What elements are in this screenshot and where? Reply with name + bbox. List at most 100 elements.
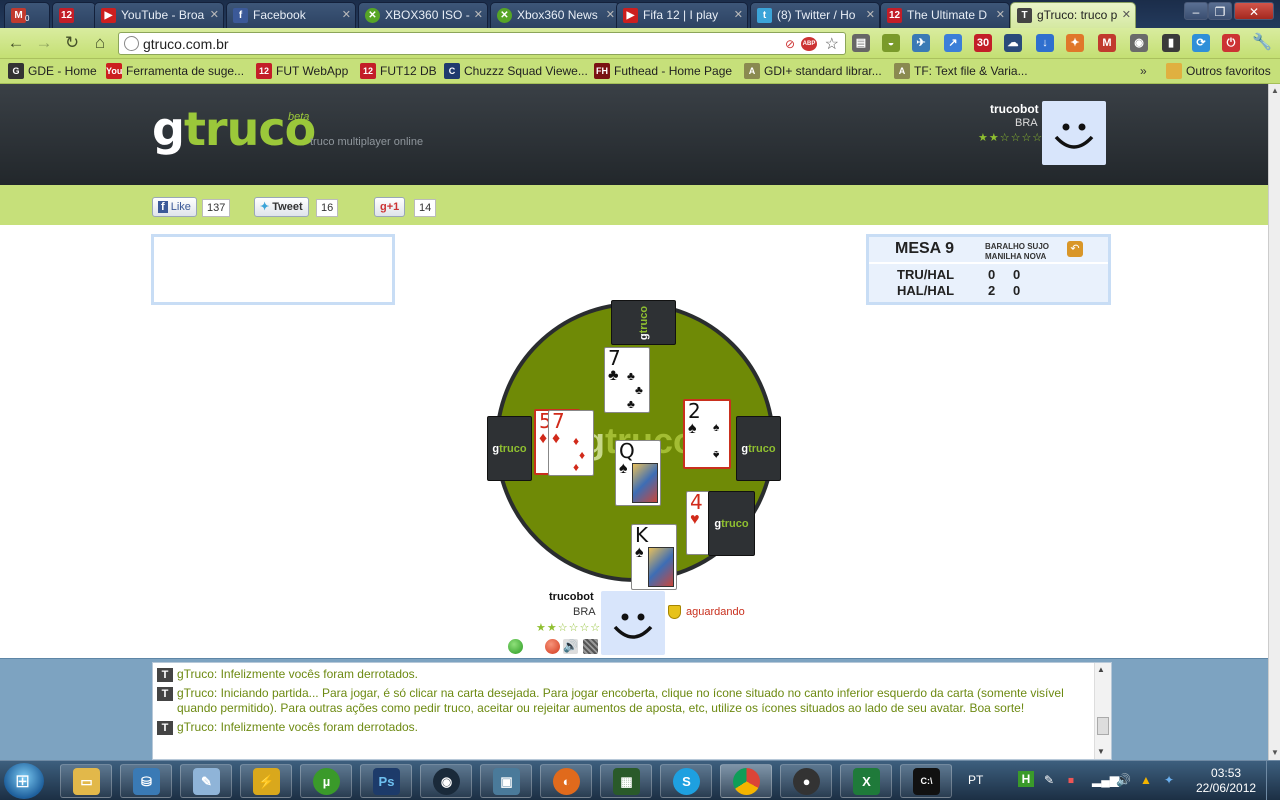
close-window-button[interactable]: ✕ [1234,2,1274,20]
language-indicator[interactable]: PT [968,773,983,787]
chat-log[interactable]: TgTruco: Infelizmente vocês foram derrot… [152,662,1112,760]
eye-icon[interactable]: ◉ [1130,34,1148,52]
page-scrollbar[interactable]: ▲ ▼ [1268,84,1280,760]
minimize-button[interactable]: – [1184,2,1208,20]
forward-button[interactable]: → [34,33,54,53]
tab-twitter[interactable]: t (8) Twitter / Ho ✕ [750,2,880,28]
chevron-right-icon[interactable]: » [1140,64,1147,78]
bookmark-ferramenta[interactable]: You Ferramenta de suge... [106,63,244,79]
chat-scrollbar[interactable]: ▲ ▼ [1094,663,1111,759]
tab-youtube[interactable]: ▶ YouTube - Broa ✕ [94,2,224,28]
taskbar-firefox[interactable]: ◐ [540,764,592,798]
tab-close-icon[interactable]: ✕ [210,3,219,27]
back-button[interactable]: ← [6,33,26,53]
header-avatar[interactable] [1042,101,1106,165]
sync-icon[interactable]: ⟳ [1192,34,1210,52]
tweet-button[interactable]: ✦ Tweet [254,197,309,217]
tab-xbox-news[interactable]: ✕ Xbox360 News ✕ [490,2,620,28]
bookmark-tf[interactable]: A TF: Text file & Varia... [894,63,1028,79]
bookmark-fut12db[interactable]: 12 FUT12 DB [360,63,437,79]
taskbar-task-manager[interactable]: ▦ [600,764,652,798]
sound-icon[interactable]: 🔊 [563,639,578,654]
battery-icon[interactable]: ▮ [1162,34,1180,52]
tab-close-icon[interactable]: ✕ [734,3,743,27]
facebook-like-button[interactable]: f Like [152,197,197,217]
header-username[interactable]: trucobot [990,102,1039,116]
bookmark-other[interactable]: Outros favoritos [1166,63,1271,79]
signal-tray-icon[interactable]: ▂▄▆ [1092,773,1119,787]
pen-tray-icon[interactable]: ✎ [1044,773,1054,787]
scroll-thumb[interactable] [1097,717,1109,735]
tab-gtruco[interactable]: T gTruco: truco p ✕ [1010,2,1136,29]
taskbar-utorrent[interactable]: µ [300,764,352,798]
taskbar-image-viewer[interactable]: ▣ [480,764,532,798]
taskbar-camera[interactable]: ● [780,764,832,798]
stop-button[interactable] [545,639,560,654]
taskbar-skype[interactable]: S [660,764,712,798]
start-button[interactable]: ⊞ [4,763,44,799]
scroll-up-icon[interactable]: ▲ [1097,665,1105,674]
tab-xbox-iso[interactable]: ✕ XBOX360 ISO - ✕ [358,2,488,28]
url-text[interactable]: gtruco.com.br [143,36,229,52]
taskbar-explorer[interactable]: ▭ [60,764,112,798]
scroll-down-icon[interactable]: ▼ [1097,747,1105,756]
bookmark-star-icon[interactable]: ☆ [825,34,839,54]
plane-icon[interactable]: ✈ [912,34,930,52]
youtube-ext-icon[interactable]: 30 [974,34,992,52]
taskbar-media-center[interactable]: ◉ [420,764,472,798]
volume-tray-icon[interactable]: 🔊 [1116,773,1131,787]
restore-button[interactable]: ❐ [1208,2,1232,20]
taskbar-chrome[interactable] [720,764,772,798]
tab-12[interactable]: 12 [52,2,96,28]
hand-card-3[interactable]: K ♠ [631,524,677,590]
tab-close-icon[interactable]: ✕ [996,3,1005,27]
hand-card-1[interactable]: 4 ♥ [686,491,710,555]
tab-gmail[interactable]: M 0 [4,2,50,28]
tab-fifa[interactable]: ▶ Fifa 12 | I play ✕ [616,2,748,28]
drive-tray-icon[interactable]: ▲ [1140,773,1152,787]
adblock-icon[interactable]: ABP [801,37,817,51]
stop-icon[interactable]: ⏻ [1222,34,1240,52]
bookmark-gde[interactable]: G GDE - Home [8,63,97,79]
taskbar-network[interactable]: ⛁ [120,764,172,798]
arrow-ext-icon[interactable]: ↗ [944,34,962,52]
bookmark-gdi[interactable]: A GDI+ standard librar... [744,63,882,79]
download-icon[interactable]: ↓ [1036,34,1054,52]
gmail-ext-icon[interactable]: M [1098,34,1116,52]
cloud-icon[interactable]: ☁ [1004,34,1022,52]
taskbar-winamp[interactable]: ⚡ [240,764,292,798]
hand-card-2-facedown[interactable]: gtruco [708,491,755,556]
exit-table-icon[interactable]: ↶ [1067,241,1083,257]
bookmark-fut-webapp[interactable]: 12 FUT WebApp [256,63,348,79]
scroll-up-icon[interactable]: ▲ [1271,86,1279,95]
dropbox-tray-icon[interactable]: ✦ [1164,773,1174,787]
tab-close-icon[interactable]: ✕ [866,3,875,27]
tab-close-icon[interactable]: ✕ [342,3,351,27]
h-tray-icon[interactable]: H [1018,771,1034,787]
blocked-icon[interactable]: ⊘ [785,37,795,51]
taskbar-photoshop[interactable]: Ps [360,764,412,798]
basket-icon[interactable]: ◒ [882,34,900,52]
taskbar-notes[interactable]: ✎ [180,764,232,798]
address-bar[interactable]: gtruco.com.br ⊘ ABP ☆ [118,32,846,55]
show-desktop-button[interactable] [1266,761,1280,800]
reload-button[interactable]: ↻ [62,33,82,53]
print-icon[interactable]: ▤ [852,34,870,52]
feed-icon[interactable]: ✦ [1066,34,1084,52]
stop-tray-icon[interactable]: ⏹ [1068,773,1074,788]
google-plus-button[interactable]: g+1 [374,197,406,217]
bookmark-chuzzz[interactable]: C Chuzzz Squad Viewe... [444,63,588,79]
bookmark-futhead[interactable]: FH Futhead - Home Page [594,63,732,79]
system-clock[interactable]: 03:53 22/06/2012 [1196,766,1256,796]
tab-close-icon[interactable]: ✕ [606,3,615,27]
scroll-down-icon[interactable]: ▼ [1271,748,1279,757]
wrench-icon[interactable]: 🔧 [1252,34,1272,52]
tab-close-icon[interactable]: ✕ [474,3,483,27]
tab-close-icon[interactable]: ✕ [1122,3,1131,27]
taskbar-excel[interactable]: X [840,764,892,798]
tab-ultimate[interactable]: 12 The Ultimate D ✕ [880,2,1010,28]
taskbar-cmd[interactable]: C:\ [900,764,952,798]
grid-icon[interactable] [583,639,598,654]
tab-facebook[interactable]: f Facebook ✕ [226,2,356,28]
home-button[interactable]: ⌂ [90,33,110,53]
